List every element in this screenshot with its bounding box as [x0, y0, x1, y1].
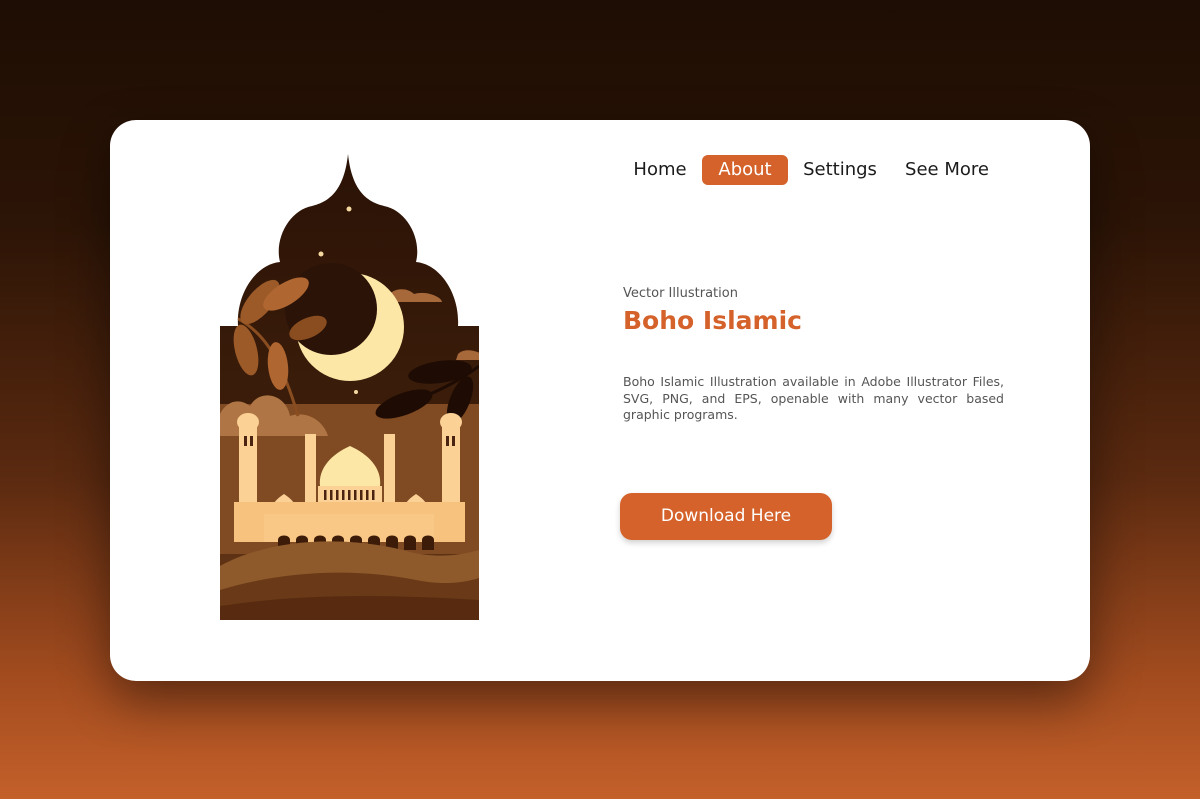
star [318, 251, 324, 257]
landing-card: Home About Settings See More Vector Illu… [110, 120, 1090, 681]
star [346, 206, 352, 212]
hero-eyebrow: Vector Illustration [623, 286, 738, 301]
nav-item-about[interactable]: About [702, 155, 788, 185]
download-button[interactable]: Download Here [620, 493, 832, 540]
nav-item-see-more[interactable]: See More [897, 155, 997, 185]
nav-item-settings[interactable]: Settings [794, 155, 886, 185]
hero-description: Boho Islamic Illustration available in A… [623, 374, 1004, 422]
mosque-night-illustration [220, 154, 479, 620]
nav-item-home[interactable]: Home [614, 155, 706, 185]
star [354, 390, 358, 394]
hero-title: Boho Islamic [623, 306, 802, 335]
